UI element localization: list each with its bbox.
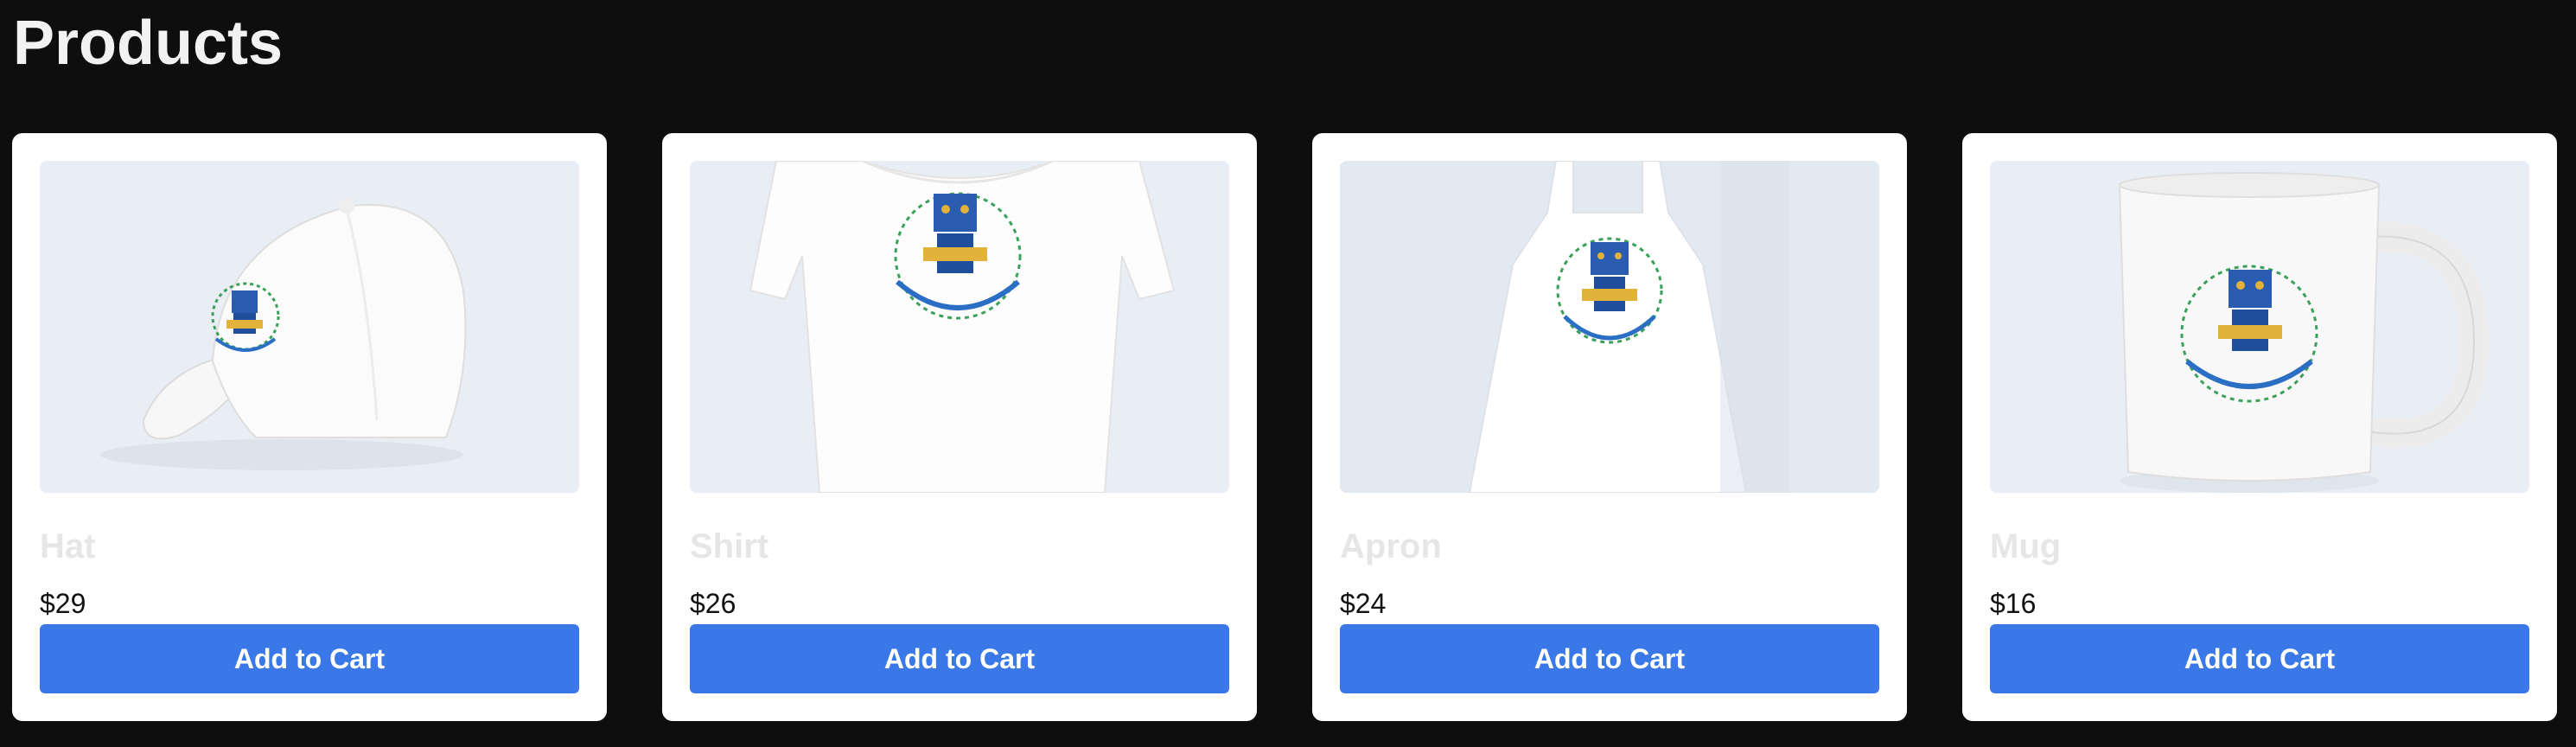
product-card-hat: Hat $29 Add to Cart bbox=[12, 133, 607, 721]
apron-image bbox=[1340, 161, 1879, 493]
page-title: Products bbox=[13, 9, 284, 78]
product-card-apron: Apron $24 Add to Cart bbox=[1312, 133, 1907, 721]
product-name: Hat bbox=[40, 527, 96, 565]
add-to-cart-button[interactable]: Add to Cart bbox=[690, 624, 1229, 693]
product-grid: Hat $29 Add to Cart Shirt $26 Add to Car… bbox=[12, 133, 2557, 721]
product-card-shirt: Shirt $26 Add to Cart bbox=[662, 133, 1257, 721]
product-image-shirt bbox=[690, 161, 1229, 493]
add-to-cart-button[interactable]: Add to Cart bbox=[1340, 624, 1879, 693]
product-image-apron bbox=[1340, 161, 1879, 493]
product-price: $24 bbox=[1340, 588, 1387, 619]
add-to-cart-button[interactable]: Add to Cart bbox=[1990, 624, 2529, 693]
product-image-mug bbox=[1990, 161, 2529, 493]
product-price: $16 bbox=[1990, 588, 2037, 619]
mug-image bbox=[1990, 161, 2529, 493]
shirt-image bbox=[690, 161, 1229, 493]
add-to-cart-button[interactable]: Add to Cart bbox=[40, 624, 579, 693]
product-name: Mug bbox=[1990, 527, 2062, 565]
product-price: $29 bbox=[40, 588, 86, 619]
hat-image bbox=[40, 161, 579, 493]
product-image-hat bbox=[40, 161, 579, 493]
product-card-mug: Mug $16 Add to Cart bbox=[1962, 133, 2557, 721]
product-name: Shirt bbox=[690, 527, 769, 565]
product-name: Apron bbox=[1340, 527, 1442, 565]
product-price: $26 bbox=[690, 588, 736, 619]
